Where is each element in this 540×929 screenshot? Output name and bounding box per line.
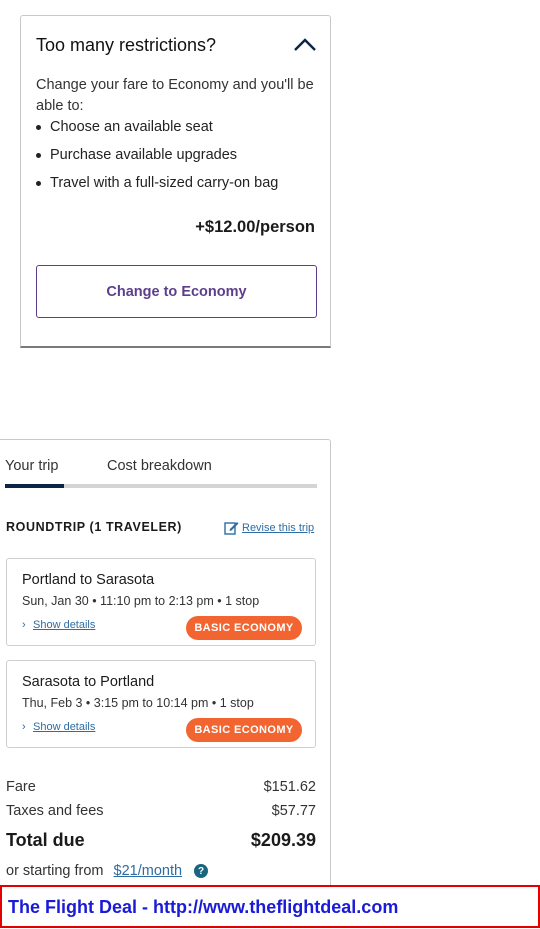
taxes-value: $57.77 (271, 803, 316, 819)
financing-line: or starting from $21/month ? (6, 863, 209, 879)
show-details-label: Show details (33, 721, 96, 733)
financing-prefix: or starting from (6, 863, 104, 879)
fare-row: Fare $151.62 (6, 779, 316, 795)
edit-icon[interactable] (224, 520, 239, 535)
fare-label: Fare (6, 779, 36, 795)
fare-class-badge: BASIC ECONOMY (186, 616, 302, 640)
watermark-banner: The Flight Deal - http://www.theflightde… (0, 885, 540, 928)
total-value: $209.39 (250, 830, 316, 850)
flight-card-outbound: Portland to Sarasota Sun, Jan 30 • 11:10… (6, 558, 316, 646)
roundtrip-label: ROUNDTRIP (1 TRAVELER) (6, 520, 182, 534)
watermark-text: The Flight Deal - http://www.theflightde… (8, 897, 399, 917)
show-details-link[interactable]: › Show details (22, 721, 95, 733)
fare-class-badge: BASIC ECONOMY (186, 718, 302, 742)
flight-schedule: Sun, Jan 30 • 11:10 pm to 2:13 pm • 1 st… (22, 594, 260, 608)
monthly-payment-link[interactable]: $21/month (114, 863, 183, 879)
total-label: Total due (6, 830, 85, 850)
restrictions-title: Too many restrictions? (36, 35, 217, 55)
flight-route: Sarasota to Portland (22, 674, 155, 690)
benefit-item: Purchase available upgrades (36, 145, 278, 173)
trip-summary-card: Your trip Cost breakdown ROUNDTRIP (1 TR… (0, 439, 331, 909)
upgrade-price: +$12.00/person (195, 218, 315, 236)
taxes-row: Taxes and fees $57.77 (6, 803, 316, 819)
fare-value: $151.62 (263, 779, 316, 795)
total-row: Total due $209.39 (6, 830, 316, 851)
fare-restrictions-card: Too many restrictions? Change your fare … (20, 15, 331, 348)
tab-your-trip[interactable]: Your trip (5, 458, 58, 474)
benefits-list: Choose an available seat Purchase availa… (36, 117, 278, 201)
benefit-item: Choose an available seat (36, 117, 278, 145)
chevron-right-icon: › (22, 619, 26, 631)
restrictions-intro: Change your fare to Economy and you'll b… (36, 77, 314, 114)
flight-schedule: Thu, Feb 3 • 3:15 pm to 10:14 pm • 1 sto… (22, 696, 254, 710)
change-to-economy-button[interactable]: Change to Economy (36, 265, 317, 318)
show-details-label: Show details (33, 619, 96, 631)
benefit-item: Travel with a full-sized carry-on bag (36, 173, 278, 201)
chevron-right-icon: › (22, 721, 26, 733)
flight-route: Portland to Sarasota (22, 572, 155, 588)
taxes-label: Taxes and fees (6, 803, 104, 819)
revise-trip-link[interactable]: Revise this trip (242, 522, 314, 534)
tab-active-indicator (5, 484, 64, 488)
show-details-link[interactable]: › Show details (22, 619, 95, 631)
flight-card-return: Sarasota to Portland Thu, Feb 3 • 3:15 p… (6, 660, 316, 748)
chevron-up-icon[interactable] (293, 36, 317, 52)
tab-cost-breakdown[interactable]: Cost breakdown (107, 458, 212, 474)
question-icon[interactable]: ? (194, 864, 209, 879)
